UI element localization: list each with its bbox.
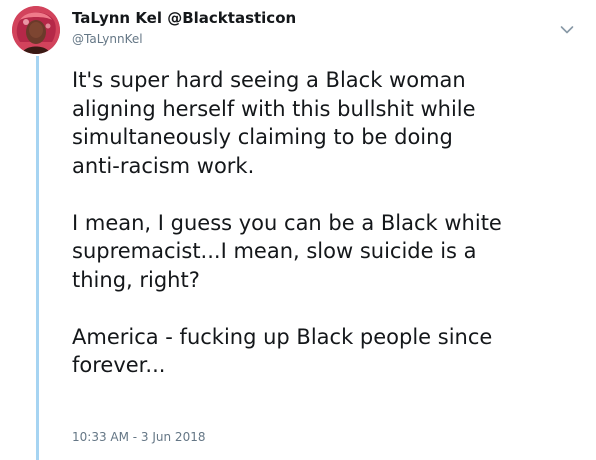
chevron-down-icon[interactable] xyxy=(560,20,574,34)
thread-line xyxy=(36,56,39,460)
tweet-text: It's super hard seeing a Black woman ali… xyxy=(72,66,577,380)
tweet-paragraph: I mean, I guess you can be a Black white… xyxy=(72,210,502,292)
tweet-paragraph: It's super hard seeing a Black woman ali… xyxy=(72,68,476,178)
tweet-timestamp[interactable]: 10:33 AM - 3 Jun 2018 xyxy=(72,429,205,445)
display-name[interactable]: TaLynn Kel @Blacktasticon xyxy=(72,8,296,28)
avatar[interactable] xyxy=(12,6,60,54)
tweet-card: TaLynn Kel @Blacktasticon @TaLynnKel It'… xyxy=(0,0,596,460)
tweet-header: TaLynn Kel @Blacktasticon @TaLynnKel xyxy=(72,8,296,48)
user-handle[interactable]: @TaLynnKel xyxy=(72,30,296,48)
tweet-paragraph: America - fucking up Black people since … xyxy=(72,324,493,378)
avatar-image xyxy=(12,6,60,54)
